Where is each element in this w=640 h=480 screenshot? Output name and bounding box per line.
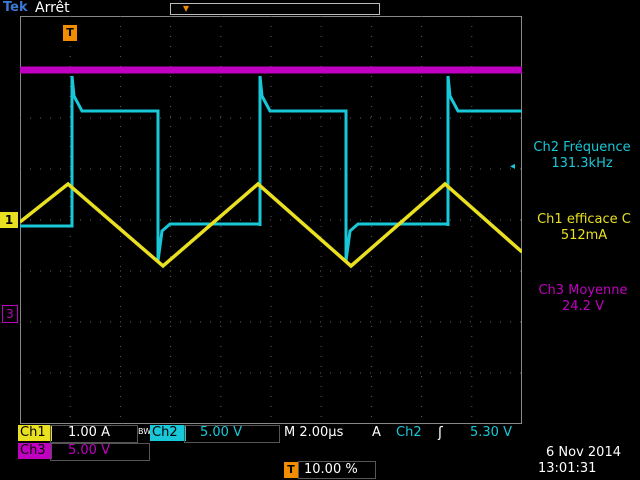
ch2-label[interactable]: Ch2 — [150, 425, 186, 441]
record-position-bar — [170, 3, 380, 15]
ch1-label[interactable]: Ch1 — [18, 425, 52, 441]
date: 6 Nov 2014 — [546, 445, 621, 460]
measurement-ch1-rms: Ch1 efficace C 512mA — [524, 212, 640, 244]
ch1-ground-marker[interactable]: 1 — [0, 212, 18, 228]
ch2-scale: 5.00 V — [200, 425, 242, 440]
trigger-position-icon: T — [284, 462, 298, 478]
waveform-display — [20, 16, 522, 424]
brand-logo: Tek — [3, 0, 28, 15]
ch3-ground-marker[interactable]: 3 — [2, 305, 18, 323]
measurement-value: 512mA — [560, 228, 608, 243]
trigger-mode: A — [372, 425, 381, 440]
record-position-marker-icon: ▾ — [183, 1, 190, 15]
timebase[interactable]: M 2.00µs — [284, 425, 343, 441]
trigger-source[interactable]: Ch2 — [396, 425, 422, 441]
trigger-position-value: 10.00 % — [304, 462, 358, 477]
measurement-label: Ch2 Fréquence — [533, 140, 631, 155]
trigger-slope-icon: ʃ — [438, 425, 443, 441]
acquisition-state: Arrêt — [35, 0, 70, 16]
measurement-ch2-frequency: Ch2 Fréquence 131.3kHz — [522, 140, 640, 172]
ch3-label[interactable]: Ch3 — [18, 443, 52, 459]
ch1-scale: 1.00 A — [68, 425, 110, 440]
trigger-level-arrow-icon: ◂ — [510, 161, 516, 172]
trigger-level[interactable]: 5.30 V — [470, 425, 512, 441]
measurement-value: 24.2 V — [562, 299, 604, 314]
measurement-value: 131.3kHz — [551, 156, 613, 171]
time: 13:01:31 — [538, 461, 597, 476]
measurement-label: Ch3 Moyenne — [538, 283, 628, 298]
measurement-ch3-mean: Ch3 Moyenne 24.2 V — [524, 283, 640, 315]
trigger-position-icon[interactable]: T — [63, 25, 77, 41]
ch3-scale: 5.00 V — [68, 443, 110, 458]
measurement-label: Ch1 efficace C — [537, 212, 631, 227]
